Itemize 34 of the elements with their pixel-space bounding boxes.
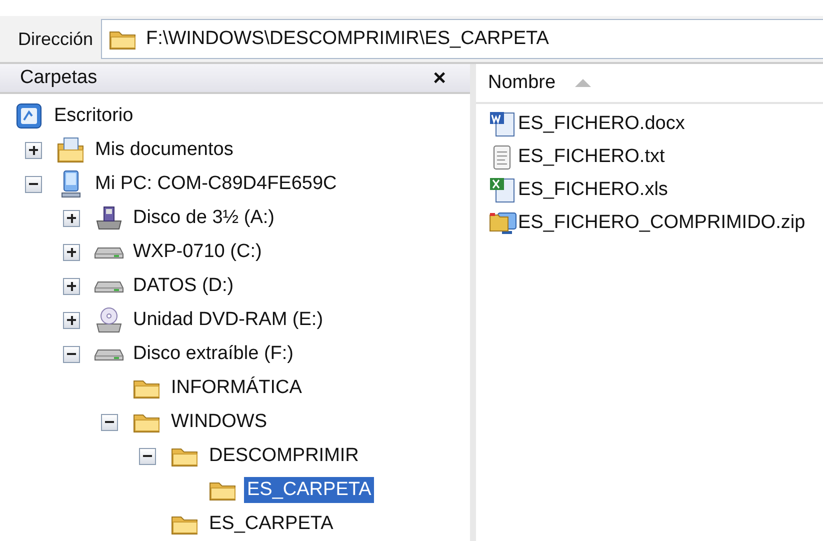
collapse-button[interactable] [63,346,80,362]
close-button[interactable]: × [433,67,446,89]
expand-button[interactable] [25,142,42,158]
address-label: Dirección [18,28,94,50]
expand-button[interactable] [63,210,80,226]
tree-item[interactable]: Mis documentos [92,137,236,163]
collapse-button[interactable] [139,448,156,464]
expand-button[interactable] [63,244,80,260]
expand-button[interactable] [63,278,80,294]
tree-item[interactable]: Unidad DVD-RAM (E:) [130,307,326,333]
file-name[interactable]: ES_FICHERO.txt [518,146,665,168]
collapse-button[interactable] [25,176,42,192]
tree-item[interactable]: ES_CARPETA [206,511,336,537]
tree-item[interactable]: ES_CARPETA [244,477,374,503]
pane-title: Carpetas [20,67,98,89]
file-name[interactable]: ES_FICHERO_COMPRIMIDO.zip [518,212,806,234]
floppy-drive-icon [94,205,124,231]
column-header[interactable]: Nombre [488,72,556,94]
tree-item[interactable]: DATOS (D:) [130,273,237,299]
tree-item[interactable]: Escritorio [51,103,136,129]
tree-item[interactable]: WXP-0710 (C:) [130,239,265,265]
file-name[interactable]: ES_FICHERO.xls [518,178,668,200]
tree-item[interactable]: WINDOWS [168,409,270,435]
file-name[interactable]: ES_FICHERO.docx [518,112,685,134]
tree-item[interactable]: Disco extraíble (F:) [130,341,296,367]
tree-item[interactable]: Disco de 3½ (A:) [130,205,278,231]
tree-item[interactable]: Mi PC: COM-C89D4FE659C [92,171,340,197]
address-field[interactable]: F:\WINDOWS\DESCOMPRIMIR\ES_CARPETA [101,19,823,59]
documents-folder-icon [56,136,86,164]
collapse-button[interactable] [101,414,118,430]
expand-button[interactable] [63,312,80,328]
tree-item[interactable]: INFORMÁTICA [168,375,305,401]
dvd-drive-icon [94,306,124,334]
tree-item[interactable]: DESCOMPRIMIR [206,443,362,469]
